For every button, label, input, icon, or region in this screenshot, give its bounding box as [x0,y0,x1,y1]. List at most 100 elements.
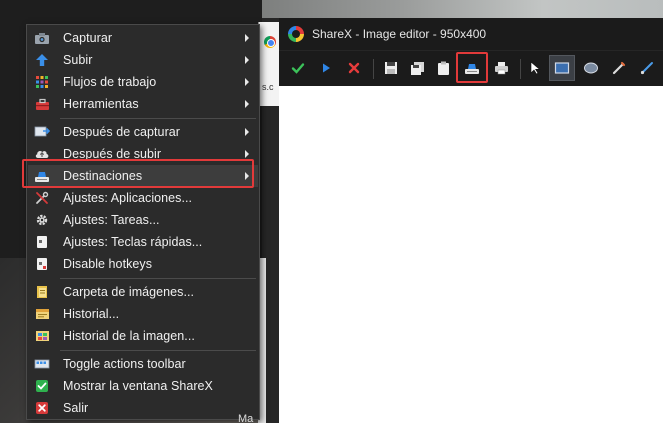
browser-icon [264,36,276,48]
menu-item-salir[interactable]: Salir [28,397,258,419]
folder-icon [34,285,50,299]
toolbar-icon [34,357,50,371]
keyboard-icon [34,235,50,249]
toolbox-icon [34,97,50,111]
menu-item-despues-de-subir[interactable]: Después de subir [28,143,258,165]
menu-item-label: Herramientas [63,97,139,111]
menu-separator [60,278,256,279]
save-as-icon [410,61,424,75]
menu-item-label: Ajustes: Teclas rápidas... [63,235,203,249]
print-icon [494,62,508,75]
menu-item-label: Mostrar la ventana ShareX [63,379,213,393]
rectangle-icon [554,62,570,74]
history-icon [34,307,50,321]
menu-item-label: Capturar [63,31,113,45]
red-x-icon [34,401,50,415]
upload-button[interactable] [459,55,485,81]
submenu-arrow-icon [245,100,249,108]
menu-item-disable-hotkeys[interactable]: Disable hotkeys [28,253,258,275]
line-icon [640,62,653,75]
menu-item-flujos-de-trabajo[interactable]: Flujos de trabajo [28,71,258,93]
keyboard-disable-icon [34,257,50,271]
menu-item-despues-de-capturar[interactable]: Después de capturar [28,121,258,143]
checkmark-icon [291,63,305,74]
save-button[interactable] [378,55,404,81]
menu-item-subir[interactable]: Subir [28,49,258,71]
gear-icon [34,213,50,227]
editor-title: ShareX - Image editor - 950x400 [312,27,487,41]
background-photo-strip [262,0,663,18]
submenu-arrow-icon [245,78,249,86]
menu-item-label: Ajustes: Aplicaciones... [63,191,193,205]
cursor-icon [530,61,541,75]
menu-separator [60,118,256,119]
after-capture-icon [34,125,50,139]
menu-item-label: Después de subir [63,147,162,161]
menu-item-label: Historial... [63,307,120,321]
menu-item-carpeta-de-imagenes[interactable]: Carpeta de imágenes... [28,281,258,303]
menu-item-ajustes-teclas-rapidas[interactable]: Ajustes: Teclas rápidas... [28,231,258,253]
select-tool[interactable] [522,55,548,81]
ellipse-icon [584,62,598,74]
green-check-icon [34,379,50,393]
menu-item-label: Destinaciones [63,169,143,183]
rectangle-tool[interactable] [549,55,575,81]
menu-separator [60,350,256,351]
clipboard-icon [437,61,449,75]
menu-item-historial-de-la-imagen[interactable]: Historial de la imagen... [28,325,258,347]
menu-item-herramientas[interactable]: Herramientas [28,93,258,115]
line-tool[interactable] [634,55,660,81]
background-truncated-label: Ma [238,413,254,423]
submenu-arrow-icon [245,34,249,42]
play-icon [323,63,330,73]
confirm-button[interactable] [285,55,311,81]
menu-item-label: Toggle actions toolbar [63,357,186,371]
close-x-icon [348,62,360,74]
sharex-app-icon [288,26,304,42]
submenu-arrow-icon [245,128,249,136]
app-settings-icon [34,191,50,205]
menu-item-label: Después de capturar [63,125,180,139]
menu-item-ajustes-aplicaciones[interactable]: Ajustes: Aplicaciones... [28,187,258,209]
destinations-icon [34,169,50,183]
print-button[interactable] [488,55,514,81]
tray-context-menu: Capturar Subir Flujos de trabajo Herrami… [26,24,260,420]
menu-item-label: Historial de la imagen... [63,329,195,343]
pen-icon [612,61,626,75]
editor-titlebar[interactable]: ShareX - Image editor - 950x400 [279,18,663,50]
menu-item-destinaciones[interactable]: Destinaciones [28,165,258,187]
freehand-tool[interactable] [606,55,632,81]
menu-item-toggle-actions-toolbar[interactable]: Toggle actions toolbar [28,353,258,375]
image-history-icon [34,329,50,343]
menu-item-ajustes-tareas[interactable]: Ajustes: Tareas... [28,209,258,231]
menu-item-label: Ajustes: Tareas... [63,213,160,227]
menu-item-label: Carpeta de imágenes... [63,285,195,299]
menu-item-capturar[interactable]: Capturar [28,27,258,49]
menu-item-label: Salir [63,401,89,415]
submenu-arrow-icon [245,150,249,158]
toolbar-separator [520,59,521,79]
toolbar-separator [373,59,374,79]
submenu-arrow-icon [245,172,249,180]
image-editor-window: ShareX - Image editor - 950x400 [279,18,663,423]
save-as-button[interactable] [404,55,430,81]
background-browser-window: s.c [258,22,280,106]
copy-button[interactable] [430,55,456,81]
menu-item-label: Flujos de trabajo [63,75,157,89]
submenu-arrow-icon [245,56,249,64]
menu-item-label: Subir [63,53,93,67]
menu-item-historial[interactable]: Historial... [28,303,258,325]
save-icon [385,62,397,74]
editor-canvas[interactable] [279,86,663,423]
cloud-icon [34,147,50,161]
menu-item-mostrar-ventana-sharex[interactable]: Mostrar la ventana ShareX [28,375,258,397]
camera-icon [34,31,50,45]
ellipse-tool[interactable] [578,55,604,81]
menu-item-label: Disable hotkeys [63,257,152,271]
browser-partial-text: s.c [262,82,274,92]
upload-icon [465,64,479,74]
workflows-grid-icon [34,75,50,89]
cancel-button[interactable] [341,55,367,81]
editor-toolbar [279,50,663,86]
continue-button[interactable] [313,55,339,81]
